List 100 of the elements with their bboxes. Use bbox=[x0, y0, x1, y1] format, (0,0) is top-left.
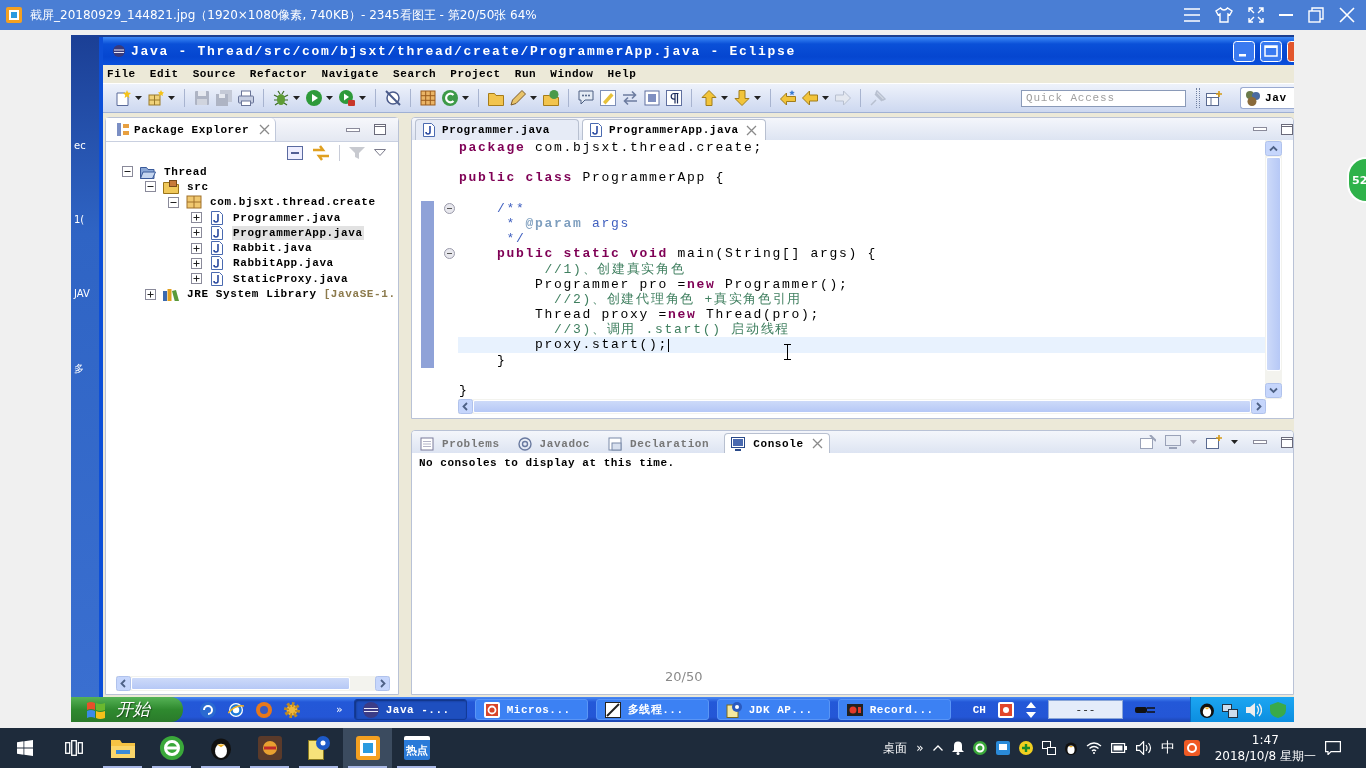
task-view-icon[interactable] bbox=[64, 740, 83, 756]
maximize-icon[interactable] bbox=[1281, 123, 1293, 135]
folder-icon[interactable] bbox=[110, 738, 135, 758]
circle-arc-icon[interactable] bbox=[442, 90, 458, 106]
taskbar-button[interactable]: JDK AP... bbox=[716, 699, 830, 720]
vertical-scrollbar[interactable] bbox=[1265, 140, 1282, 399]
battery-icon[interactable] bbox=[1110, 743, 1127, 753]
speech-bubble-icon[interactable] bbox=[578, 90, 594, 106]
close-icon[interactable] bbox=[811, 438, 823, 449]
caret-icon[interactable] bbox=[168, 96, 175, 100]
monitor-icon[interactable] bbox=[995, 741, 1010, 755]
menu-icon[interactable] bbox=[1184, 8, 1200, 22]
tree-item[interactable]: Rabbit.java bbox=[232, 241, 314, 256]
scrollbar-thumb[interactable] bbox=[473, 400, 1251, 413]
toolbar-more[interactable]: » bbox=[916, 741, 924, 755]
menu-item[interactable]: Project bbox=[446, 68, 508, 80]
scroll-up-icon[interactable] bbox=[1265, 141, 1282, 156]
penguin-icon[interactable] bbox=[1064, 741, 1077, 755]
quick-launch-more[interactable]: » bbox=[336, 703, 343, 716]
pilcrow-icon[interactable] bbox=[666, 90, 682, 106]
gear-icon[interactable] bbox=[284, 701, 300, 718]
square-icon[interactable] bbox=[644, 90, 660, 106]
printer-icon[interactable] bbox=[238, 90, 254, 106]
language-indicator[interactable]: CH bbox=[972, 703, 986, 716]
network-icon[interactable] bbox=[1041, 741, 1056, 755]
expand-icon[interactable] bbox=[191, 227, 202, 239]
tree-item[interactable]: RabbitApp.java bbox=[232, 256, 335, 271]
maximize-icon[interactable] bbox=[374, 124, 386, 135]
new-file-icon[interactable] bbox=[115, 90, 131, 106]
browser-icon[interactable] bbox=[159, 736, 184, 760]
scroll-right-icon[interactable] bbox=[375, 676, 390, 691]
updown-arrows-icon[interactable] bbox=[1025, 701, 1036, 718]
taskbar-button[interactable]: Java -... bbox=[353, 699, 467, 720]
quick-access-field[interactable]: Quick Access bbox=[1021, 89, 1186, 107]
new-window-icon[interactable] bbox=[1206, 435, 1222, 449]
expand-icon[interactable] bbox=[191, 273, 202, 285]
deskband[interactable]: --- bbox=[1047, 700, 1123, 719]
perspective-button[interactable]: Jav bbox=[1240, 87, 1294, 109]
speaker-icon[interactable] bbox=[1135, 741, 1152, 755]
play-toolbox-icon[interactable] bbox=[339, 90, 355, 106]
tree-item[interactable]: Thread bbox=[163, 164, 209, 179]
crossed-circle-icon[interactable] bbox=[385, 90, 401, 106]
expand-icon[interactable] bbox=[145, 288, 156, 300]
minimize-icon[interactable] bbox=[1253, 440, 1267, 444]
menu-item[interactable]: Edit bbox=[145, 68, 186, 80]
tree-item[interactable]: Programmer.java bbox=[232, 210, 343, 225]
menu-item[interactable]: Source bbox=[188, 68, 243, 80]
play-icon[interactable] bbox=[306, 90, 322, 106]
caret-icon[interactable] bbox=[1231, 440, 1238, 444]
scroll-down-icon[interactable] bbox=[1265, 383, 1282, 398]
expand-icon[interactable] bbox=[191, 212, 202, 224]
collapse-all-icon[interactable] bbox=[287, 145, 303, 160]
swap-arrows-icon[interactable] bbox=[622, 90, 638, 106]
menu-item[interactable]: Search bbox=[389, 68, 444, 80]
menu-item[interactable]: Run bbox=[510, 68, 544, 80]
scroll-left-icon[interactable] bbox=[458, 399, 473, 414]
expand-icon[interactable] bbox=[191, 242, 202, 254]
minus-circle-icon[interactable] bbox=[444, 248, 455, 260]
input-method-icon[interactable] bbox=[997, 701, 1014, 718]
input-method-label[interactable]: 中 bbox=[1160, 739, 1175, 757]
browser-icon[interactable] bbox=[228, 701, 244, 718]
minimize-icon[interactable] bbox=[1253, 127, 1267, 131]
view-menu-icon[interactable] bbox=[374, 149, 386, 156]
clock-date[interactable]: 2018/10/8 星期一 bbox=[1214, 748, 1316, 764]
close-icon[interactable] bbox=[259, 124, 271, 135]
minimize-icon[interactable] bbox=[346, 127, 360, 132]
caret-icon[interactable] bbox=[326, 96, 333, 100]
bug-icon[interactable] bbox=[273, 90, 289, 106]
scrollbar-thumb[interactable] bbox=[131, 677, 350, 690]
menu-item[interactable]: Navigate bbox=[317, 68, 387, 80]
highlighter-icon[interactable] bbox=[600, 90, 616, 106]
window-plus-icon[interactable] bbox=[1206, 90, 1222, 106]
minus-circle-icon[interactable] bbox=[444, 202, 455, 214]
menu-item[interactable]: Refactor bbox=[245, 68, 315, 80]
scroll-left-icon[interactable] bbox=[116, 676, 131, 691]
start-button[interactable]: 开始 bbox=[71, 697, 183, 722]
view-tab[interactable]: Package Explorer bbox=[106, 118, 277, 141]
penguin-icon[interactable] bbox=[1200, 701, 1214, 718]
taskbar-button[interactable]: 多线程... bbox=[595, 699, 709, 720]
game-icon[interactable] bbox=[257, 736, 282, 760]
collapse-icon[interactable] bbox=[122, 166, 133, 178]
scrollbar-thumb[interactable] bbox=[1266, 157, 1281, 371]
notification-icon[interactable] bbox=[1325, 741, 1341, 755]
tree-item[interactable]: src bbox=[186, 179, 210, 194]
maximize-icon[interactable] bbox=[1281, 436, 1293, 448]
menu-item[interactable]: Help bbox=[603, 68, 644, 80]
up-chevron-icon[interactable] bbox=[932, 745, 943, 751]
app-tile-button[interactable]: 热点 bbox=[403, 736, 430, 760]
collapse-icon[interactable] bbox=[145, 181, 156, 193]
collapse-icon[interactable] bbox=[168, 196, 179, 208]
left-arrow-icon[interactable] bbox=[780, 90, 796, 106]
active-taskbar-button[interactable] bbox=[343, 728, 392, 768]
caret-icon[interactable] bbox=[462, 96, 469, 100]
horizontal-scrollbar[interactable] bbox=[458, 399, 1266, 414]
box-star-icon[interactable] bbox=[148, 90, 164, 106]
swirl-icon[interactable] bbox=[200, 701, 216, 718]
view-tab[interactable]: Javadoc bbox=[514, 433, 594, 453]
editor-tab[interactable]: Programmer.java bbox=[415, 119, 580, 140]
plus-circle-icon[interactable] bbox=[1018, 741, 1033, 755]
windows-logo-icon[interactable] bbox=[16, 740, 33, 756]
